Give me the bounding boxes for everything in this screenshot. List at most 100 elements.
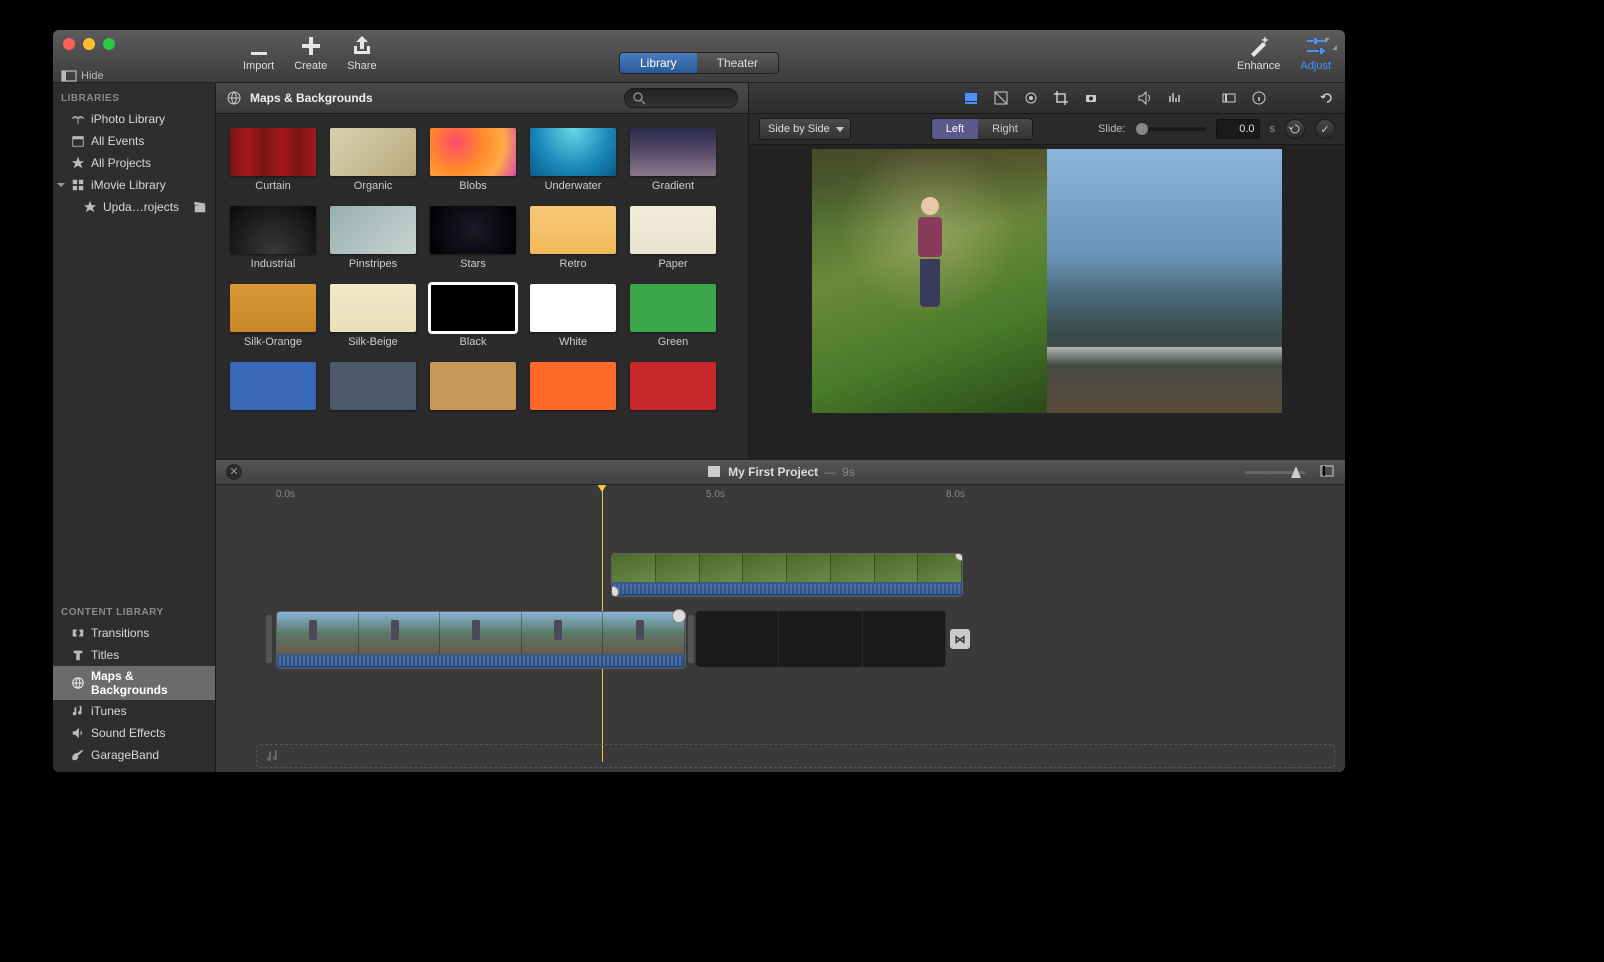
video-overlay-tool[interactable]: [963, 90, 979, 106]
color-correction-tool[interactable]: [1023, 90, 1039, 106]
background-thumbnail[interactable]: Silk-Beige: [330, 284, 416, 348]
sidebar-item-itunes[interactable]: iTunes: [53, 700, 215, 722]
sidebar-item-all-events[interactable]: All Events: [53, 130, 215, 152]
thumbnail-image: [630, 128, 716, 176]
reset-button[interactable]: [1285, 119, 1305, 139]
background-thumbnail[interactable]: Silk-Orange: [230, 284, 316, 348]
browser-title: Maps & Backgrounds: [250, 91, 373, 105]
thumbnail-image: [230, 128, 316, 176]
thumbnail-image: [630, 362, 716, 410]
background-thumbnail[interactable]: [530, 362, 616, 414]
create-button[interactable]: Create: [294, 34, 327, 72]
clip-edge-handle-left[interactable]: [266, 615, 272, 663]
stabilization-tool[interactable]: [1083, 90, 1099, 106]
clip-fade-handle[interactable]: [672, 609, 686, 623]
sidebar-item-sound-effects[interactable]: Sound Effects: [53, 722, 215, 744]
preview-canvas[interactable]: [812, 149, 1282, 413]
minimize-window-button[interactable]: [83, 38, 95, 50]
background-thumbnail[interactable]: Stars: [430, 206, 516, 270]
share-label: Share: [347, 60, 376, 72]
thumbnail-image: [430, 362, 516, 410]
apply-button[interactable]: ✓: [1315, 119, 1335, 139]
import-icon: [247, 34, 271, 58]
background-thumbnail[interactable]: [630, 362, 716, 414]
background-thumbnail[interactable]: Blobs: [430, 128, 516, 192]
background-thumbnail[interactable]: Black: [430, 284, 516, 348]
thumbnail-label: Stars: [460, 258, 486, 270]
timeline-close-button[interactable]: ✕: [226, 464, 242, 480]
primary-clip[interactable]: [276, 611, 686, 669]
sidebar-item-imovie-library[interactable]: iMovie Library: [53, 174, 215, 196]
revert-button[interactable]: [1319, 90, 1335, 106]
right-side-button[interactable]: Right: [978, 119, 1032, 139]
speed-tool[interactable]: [1221, 90, 1237, 106]
theater-tab[interactable]: Theater: [697, 53, 778, 73]
background-thumbnail[interactable]: Organic: [330, 128, 416, 192]
import-button[interactable]: Import: [243, 34, 274, 72]
background-thumbnail[interactable]: Green: [630, 284, 716, 348]
cutaway-clip[interactable]: [611, 553, 963, 597]
placeholder-clip[interactable]: [696, 611, 946, 667]
close-window-button[interactable]: [63, 38, 75, 50]
sidebar-item-label: Sound Effects: [91, 726, 166, 740]
color-balance-tool[interactable]: [993, 90, 1009, 106]
library-tab[interactable]: Library: [620, 53, 697, 73]
enhance-button[interactable]: Enhance: [1237, 34, 1280, 72]
background-thumbnail[interactable]: Industrial: [230, 206, 316, 270]
background-thumbnail[interactable]: White: [530, 284, 616, 348]
thumbnail-image: [330, 362, 416, 410]
timeline-zoom-slider[interactable]: [1245, 471, 1305, 474]
duration-sep: —: [824, 465, 836, 479]
background-thumbnail[interactable]: [430, 362, 516, 414]
share-button[interactable]: Share: [347, 34, 376, 72]
sidebar-item-iphoto[interactable]: iPhoto Library: [53, 108, 215, 130]
slide-slider[interactable]: [1136, 127, 1206, 131]
sidebar-item-label: All Projects: [91, 156, 151, 170]
sidebar-item-transitions[interactable]: Transitions: [53, 622, 215, 644]
slider-thumb[interactable]: [1136, 123, 1148, 135]
clip-edge-handle-right[interactable]: [688, 615, 694, 663]
thumbnail-label: Black: [460, 336, 487, 348]
fullscreen-icon: [1323, 36, 1339, 52]
overlay-mode-dropdown[interactable]: Side by Side: [759, 118, 851, 140]
adjust-toolbar: [749, 83, 1345, 114]
background-thumbnail[interactable]: Retro: [530, 206, 616, 270]
volume-tool[interactable]: [1137, 90, 1153, 106]
thumbnail-image: [330, 128, 416, 176]
hide-sidebar-button[interactable]: Hide: [61, 68, 104, 84]
sidebar-item-label: Maps & Backgrounds: [91, 669, 207, 697]
clip-connector-handle[interactable]: [611, 586, 619, 597]
background-music-well[interactable]: [256, 744, 1335, 768]
background-thumbnail[interactable]: Pinstripes: [330, 206, 416, 270]
timeline-body[interactable]: 0.0s5.0s8.0s: [216, 485, 1345, 772]
sidebar-item-all-projects[interactable]: All Projects: [53, 152, 215, 174]
sidebar-item-label: Upda…rojects: [103, 200, 179, 214]
search-icon: [631, 90, 647, 106]
background-thumbnail[interactable]: Curtain: [230, 128, 316, 192]
sidebar-item-garageband[interactable]: GarageBand: [53, 744, 215, 766]
background-thumbnail[interactable]: Paper: [630, 206, 716, 270]
thumbnail-label: Paper: [658, 258, 687, 270]
timeline-settings-button[interactable]: [1319, 463, 1335, 482]
zoom-window-button[interactable]: [103, 38, 115, 50]
left-side-button[interactable]: Left: [932, 119, 978, 139]
noise-eq-tool[interactable]: [1167, 90, 1183, 106]
background-thumbnail[interactable]: Underwater: [530, 128, 616, 192]
thumbnail-image: [230, 362, 316, 410]
thumbnail-label: Blobs: [459, 180, 487, 192]
disclosure-triangle-icon[interactable]: [57, 183, 65, 187]
background-thumbnail[interactable]: [330, 362, 416, 414]
info-tool[interactable]: [1251, 90, 1267, 106]
sidebar-item-project[interactable]: Upda…rojects: [53, 196, 215, 218]
background-thumbnail[interactable]: Gradient: [630, 128, 716, 192]
transition-icon[interactable]: ⋈: [950, 629, 970, 649]
crop-tool[interactable]: [1053, 90, 1069, 106]
fullscreen-button[interactable]: [1323, 36, 1339, 55]
background-thumbnail[interactable]: [230, 362, 316, 414]
sidebar-item-titles[interactable]: Titles: [53, 644, 215, 666]
window-controls: [63, 38, 115, 50]
search-input[interactable]: [624, 88, 738, 108]
slide-value-field[interactable]: 0.0: [1216, 119, 1260, 139]
sidebar-item-maps-backgrounds[interactable]: Maps & Backgrounds: [53, 666, 215, 700]
app-window: Hide Import Create Share Library Theater: [53, 30, 1345, 772]
